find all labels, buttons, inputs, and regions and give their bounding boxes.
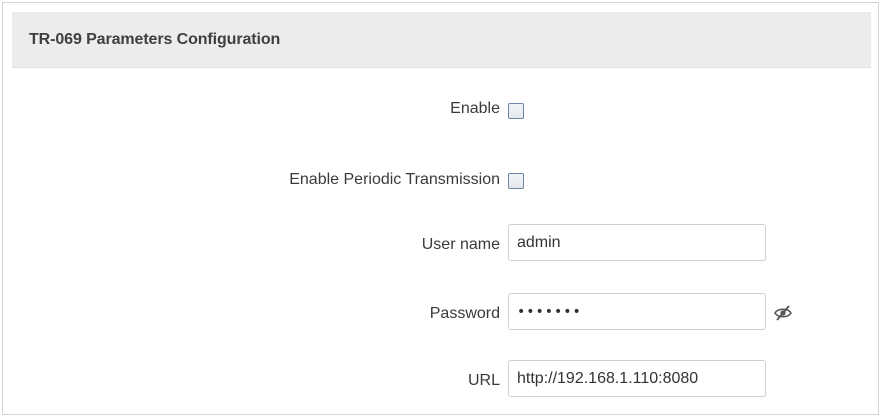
username-label: User name (421, 236, 500, 253)
url-label: URL (467, 372, 500, 389)
periodic-transmission-label: Enable Periodic Transmission (289, 171, 500, 188)
url-input[interactable] (508, 360, 766, 397)
enable-label: Enable (450, 100, 500, 117)
eye-slash-icon[interactable] (773, 303, 793, 323)
enable-checkbox[interactable] (508, 103, 524, 119)
password-label: Password (429, 305, 500, 322)
username-input[interactable] (508, 224, 766, 261)
periodic-transmission-checkbox[interactable] (508, 173, 524, 189)
panel-header: TR-069 Parameters Configuration (12, 12, 871, 68)
panel-title: TR-069 Parameters Configuration (29, 31, 281, 48)
password-input[interactable] (508, 293, 766, 330)
tr069-panel: TR-069 Parameters Configuration (2, 2, 879, 415)
